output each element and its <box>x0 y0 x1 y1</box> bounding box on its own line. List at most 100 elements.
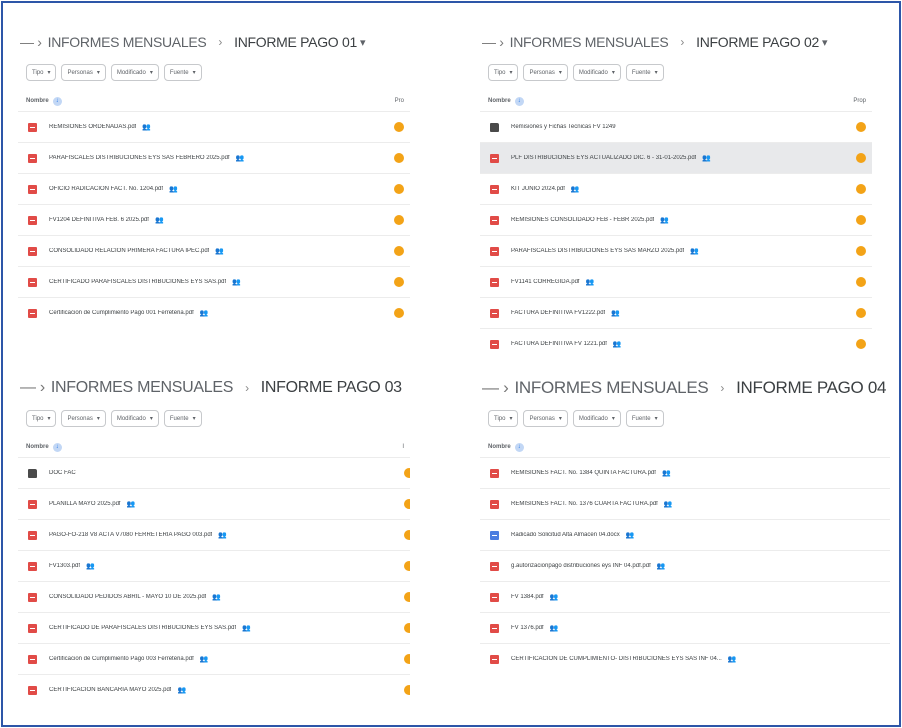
owner-avatar[interactable] <box>856 277 866 287</box>
name-column-header[interactable]: Nombre <box>26 98 49 104</box>
file-row[interactable]: FV1303.pdf 👥 <box>18 550 410 581</box>
filter-chip-tipo[interactable]: Tipo ▾ <box>488 64 519 81</box>
file-row[interactable]: FV 1384.pdf 👥 <box>480 581 890 612</box>
chevron-down-icon: ▾ <box>192 70 196 76</box>
sort-arrow-icon[interactable]: ↓ <box>514 442 524 452</box>
filter-chip-label: Fuente <box>631 415 651 422</box>
filter-chip-fuente[interactable]: Fuente ▾ <box>625 410 664 427</box>
filter-chip-modificado[interactable]: Modificado ▾ <box>572 64 621 81</box>
file-row[interactable]: Certificacion de Cumplimiento Pago 003 F… <box>18 643 410 674</box>
file-row[interactable]: OFICIO RADICACION FACT. No. 1204.pdf 👥 <box>18 173 410 204</box>
caret-down-icon[interactable]: ▾ <box>822 36 828 49</box>
file-row[interactable]: Radicado Solicitud Alta Almacen 04.docx 👥 <box>480 519 890 550</box>
filter-chip-modificado[interactable]: Modificado ▾ <box>572 410 621 427</box>
owner-avatar[interactable] <box>394 308 404 318</box>
shared-people-icon: 👥 <box>142 124 152 131</box>
caret-down-icon[interactable]: ▾ <box>360 36 366 49</box>
owner-column-header[interactable]: I <box>402 444 404 450</box>
owner-avatar[interactable] <box>404 499 410 509</box>
owner-avatar[interactable] <box>404 685 410 695</box>
sort-arrow-icon[interactable]: ↓ <box>52 96 62 106</box>
file-row[interactable]: PAGO-FO-218 V8 ACTA V7080 FERRETERIA PAG… <box>18 519 410 550</box>
filter-chip-personas[interactable]: Personas ▾ <box>61 64 106 81</box>
owner-avatar[interactable] <box>404 592 410 602</box>
owner-avatar[interactable] <box>856 184 866 194</box>
owner-avatar[interactable] <box>394 153 404 163</box>
file-row[interactable]: CONSOLIDADO PEDIDOS ABRIL - MAYO 10 DE 2… <box>18 581 410 612</box>
owner-avatar[interactable] <box>394 215 404 225</box>
filter-chip-tipo[interactable]: Tipo ▾ <box>488 410 519 427</box>
breadcrumb-current-folder[interactable]: INFORME PAGO 01 <box>234 34 357 50</box>
owner-avatar[interactable] <box>856 122 866 132</box>
owner-avatar[interactable] <box>404 654 410 664</box>
filter-chip-fuente[interactable]: Fuente ▾ <box>163 64 202 81</box>
owner-column-header[interactable]: Pro <box>395 98 404 104</box>
owner-avatar[interactable] <box>404 530 410 540</box>
file-row[interactable]: CONSOLIDADO RELACION PRIMERA FACTURA IPE… <box>18 235 410 266</box>
breadcrumb-current-folder[interactable]: INFORME PAGO 03 <box>261 379 402 397</box>
name-column-header[interactable]: Nombre <box>488 98 511 104</box>
file-row[interactable]: CERTIFICADO DE PARAFISCALES DISTRIBUCION… <box>18 612 410 643</box>
name-column-header[interactable]: Nombre <box>26 444 49 450</box>
filter-chip-personas[interactable]: Personas ▾ <box>523 410 568 427</box>
file-row[interactable]: Remisiones y Fichas Tecnicas FV 1249 <box>480 111 872 142</box>
file-row[interactable]: FACTURA DEFINITIVA FV 1221.pdf 👥 <box>480 328 872 352</box>
file-name: Certificacion de Cumplimiento Pago 003 F… <box>49 656 194 662</box>
owner-avatar[interactable] <box>394 122 404 132</box>
file-row[interactable]: PLF DISTRIBUCIONES EYS ACTUALIZADO DIC. … <box>480 142 872 173</box>
filter-chip-fuente[interactable]: Fuente ▾ <box>625 64 664 81</box>
filter-chip-modificado[interactable]: Modificado ▾ <box>110 410 159 427</box>
file-row[interactable]: FV1204 DEFINITIVA FEB. 6 2025.pdf 👥 <box>18 204 410 235</box>
file-row[interactable]: DOC FAC <box>18 457 410 488</box>
file-row[interactable]: CERTIFICADO PARAFISCALES DISTRIBUCIONES … <box>18 266 410 297</box>
owner-column-header[interactable]: Prop <box>853 98 866 104</box>
filter-chip-personas[interactable]: Personas ▾ <box>61 410 106 427</box>
file-row[interactable]: REMISIONES ORDENADAS.pdf 👥 <box>18 111 410 142</box>
file-row[interactable]: FV 1376.pdf 👥 <box>480 612 890 643</box>
breadcrumb-current-folder[interactable]: INFORME PAGO 04 <box>736 378 886 398</box>
file-row[interactable]: g.autorizacionpago distribuciones eys IN… <box>480 550 890 581</box>
owner-avatar[interactable] <box>856 215 866 225</box>
file-row[interactable]: FV1141 CORREGIDA.pdf 👥 <box>480 266 872 297</box>
filter-chip-tipo[interactable]: Tipo ▾ <box>26 64 57 81</box>
filter-chip-modificado[interactable]: Modificado ▾ <box>110 64 159 81</box>
back-dash-icon[interactable]: — › <box>20 34 42 50</box>
file-row[interactable]: PLANILLA MAYO 2025.pdf 👥 <box>18 488 410 519</box>
breadcrumb-root[interactable]: INFORMES MENSUALES <box>51 379 233 397</box>
file-row[interactable]: Certificacion de Cumplimiento Pago 001 F… <box>18 297 410 328</box>
owner-avatar[interactable] <box>856 339 866 349</box>
back-dash-icon[interactable]: — › <box>20 379 45 397</box>
file-row[interactable]: CERTIFICACION BANCARIA MAYO 2025.pdf 👥 <box>18 674 410 705</box>
owner-avatar[interactable] <box>856 308 866 318</box>
breadcrumb-current-folder[interactable]: INFORME PAGO 02 <box>696 34 819 50</box>
owner-avatar[interactable] <box>856 246 866 256</box>
breadcrumb-root[interactable]: INFORMES MENSUALES <box>510 34 669 50</box>
file-row[interactable]: KIT JUNIO 2024.pdf 👥 <box>480 173 872 204</box>
filter-chip-personas[interactable]: Personas ▾ <box>523 64 568 81</box>
owner-avatar[interactable] <box>394 277 404 287</box>
breadcrumb-root[interactable]: INFORMES MENSUALES <box>514 378 708 398</box>
file-row[interactable]: PARAFISCALES DISTRIBUCIONES EYS SAS MARZ… <box>480 235 872 266</box>
file-row[interactable]: REMISIONES FACT. No. 1384 QUINTA FACTURA… <box>480 457 890 488</box>
sort-arrow-icon[interactable]: ↓ <box>52 442 62 452</box>
owner-avatar[interactable] <box>394 246 404 256</box>
back-dash-icon[interactable]: — › <box>482 378 509 398</box>
file-row[interactable]: REMISIONES FACT. No. 1376 CUARTA FACTURA… <box>480 488 890 519</box>
chevron-down-icon: ▾ <box>509 70 513 76</box>
name-column-header[interactable]: Nombre <box>488 444 511 450</box>
file-row[interactable]: REMISIONES CONSOLIDADO FEB - FEBR 2025.p… <box>480 204 872 235</box>
owner-avatar[interactable] <box>856 153 866 163</box>
filter-chip-fuente[interactable]: Fuente ▾ <box>163 410 202 427</box>
filter-chip-label: Personas <box>529 415 555 422</box>
sort-arrow-icon[interactable]: ↓ <box>514 96 524 106</box>
breadcrumb-root[interactable]: INFORMES MENSUALES <box>48 34 207 50</box>
owner-avatar[interactable] <box>404 561 410 571</box>
filter-chip-tipo[interactable]: Tipo ▾ <box>26 410 57 427</box>
owner-avatar[interactable] <box>404 468 410 478</box>
file-row[interactable]: PARAFISCALES DISTRIBUCIONES EYS SAS FEBR… <box>18 142 410 173</box>
owner-avatar[interactable] <box>394 184 404 194</box>
back-dash-icon[interactable]: — › <box>482 34 504 50</box>
file-row[interactable]: FACTURA DEFINITIVA FV1222.pdf 👥 <box>480 297 872 328</box>
file-row[interactable]: CERTIFICACION DE CUMPLIMIENTO- DISTRIBUC… <box>480 643 890 674</box>
owner-avatar[interactable] <box>404 623 410 633</box>
